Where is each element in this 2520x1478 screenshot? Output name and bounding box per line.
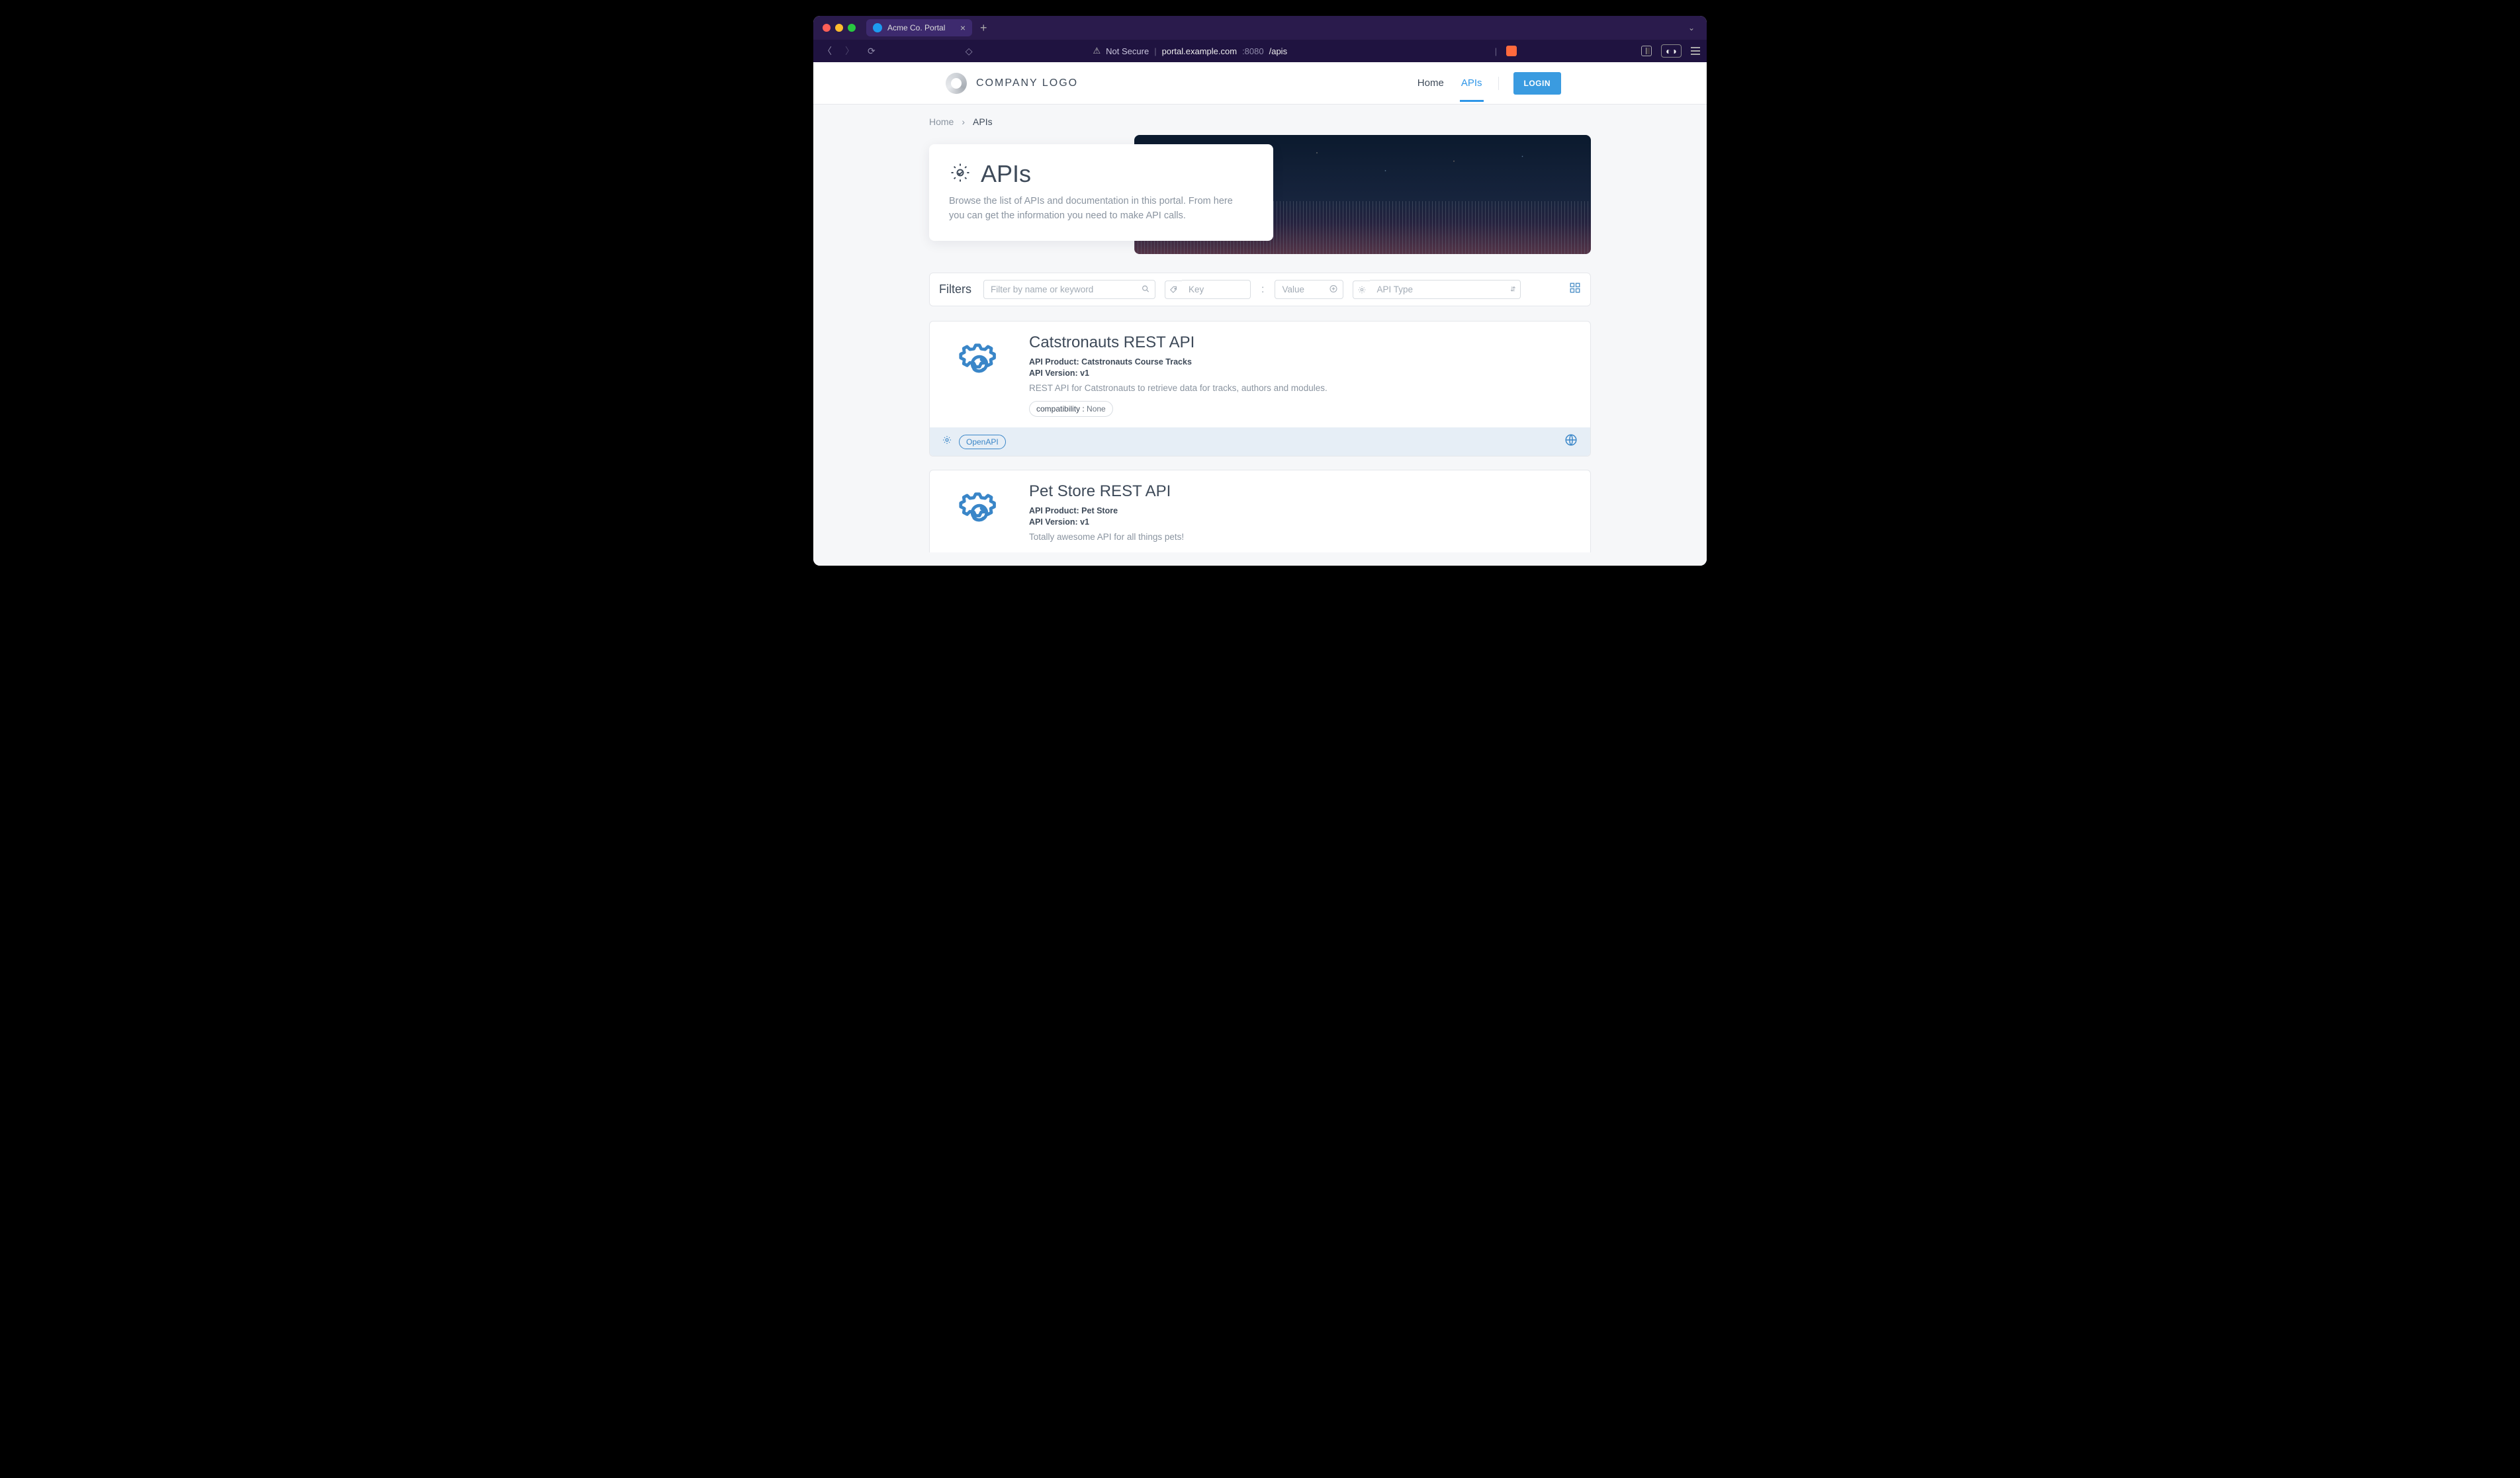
api-product-line: API Product: Catstronauts Course Tracks <box>1029 357 1576 367</box>
breadcrumb: Home › APIs <box>929 105 1591 135</box>
address-bar: 〈 〉 ⟳ ◇ ⚠ Not Secure | portal.example.co… <box>813 40 1707 62</box>
security-label: Not Secure <box>1106 46 1149 56</box>
tab-title: Acme Co. Portal <box>887 23 945 32</box>
maximize-window-button[interactable] <box>848 24 856 32</box>
close-window-button[interactable] <box>823 24 831 32</box>
minimize-window-button[interactable] <box>835 24 843 32</box>
new-tab-button[interactable]: + <box>976 21 991 35</box>
tab-favicon <box>873 23 882 32</box>
url-path: /apis <box>1269 46 1287 56</box>
globe-icon[interactable] <box>1564 433 1578 451</box>
add-filter-icon[interactable] <box>1329 284 1338 295</box>
security-warning-icon: ⚠ <box>1093 46 1101 56</box>
menu-icon[interactable] <box>1691 47 1700 55</box>
page-content: COMPANY LOGO Home APIs LOGIN Home › APIs <box>813 62 1707 566</box>
chevron-right-icon: › <box>962 116 965 127</box>
browser-tab[interactable]: Acme Co. Portal × <box>866 19 972 36</box>
api-gear-icon <box>949 161 971 187</box>
filters-label: Filters <box>939 283 971 296</box>
filter-name-input[interactable] <box>983 280 1155 299</box>
gear-icon <box>942 435 952 449</box>
reload-button[interactable]: ⟳ <box>865 46 878 57</box>
api-card[interactable]: Pet Store REST API API Product: Pet Stor… <box>929 470 1591 552</box>
search-icon[interactable] <box>1141 284 1150 295</box>
grid-view-toggle-icon[interactable] <box>1569 282 1581 297</box>
back-button[interactable]: 〈 <box>820 44 834 58</box>
forward-button[interactable]: 〉 <box>842 44 857 58</box>
tag-icon <box>1165 281 1182 299</box>
page-description: Browse the list of APIs and documentatio… <box>949 195 1240 224</box>
spec-pill[interactable]: OpenAPI <box>959 435 1006 449</box>
nav-home[interactable]: Home <box>1416 64 1445 102</box>
company-logo[interactable]: COMPANY LOGO <box>946 73 1078 94</box>
apitype-filter-group: ⇵ <box>1353 280 1521 299</box>
logo-mark-icon <box>946 73 967 94</box>
url-display[interactable]: ⚠ Not Secure | portal.example.com:8080/a… <box>1093 46 1288 56</box>
top-nav: COMPANY LOGO Home APIs LOGIN <box>813 62 1707 105</box>
kv-colon: : <box>1260 284 1265 296</box>
reader-mode-icon[interactable]: ◐◑ <box>1661 44 1682 58</box>
api-title: Pet Store REST API <box>1029 482 1576 501</box>
close-tab-icon[interactable]: × <box>960 23 966 32</box>
nav-divider <box>1498 77 1499 90</box>
traffic-lights <box>823 24 856 32</box>
nav-apis[interactable]: APIs <box>1460 64 1484 102</box>
gear-icon <box>1353 281 1370 299</box>
hero-card: APIs Browse the list of APIs and documen… <box>929 144 1273 241</box>
api-description: REST API for Catstronauts to retrieve da… <box>1029 383 1576 393</box>
api-product-line: API Product: Pet Store <box>1029 506 1576 515</box>
filter-apitype-select[interactable] <box>1370 280 1521 299</box>
page-title: APIs <box>981 160 1031 188</box>
filter-key-input[interactable] <box>1182 280 1251 299</box>
url-host: portal.example.com <box>1162 46 1237 56</box>
tab-bar: Acme Co. Portal × + ⌄ <box>813 16 1707 40</box>
sidebar-toggle-icon[interactable] <box>1641 46 1652 56</box>
api-card-icon <box>930 470 1029 552</box>
url-port: :8080 <box>1242 46 1264 56</box>
tabs-overflow-icon[interactable]: ⌄ <box>1688 23 1695 32</box>
login-button[interactable]: LOGIN <box>1513 72 1562 95</box>
api-title: Catstronauts REST API <box>1029 333 1576 352</box>
breadcrumb-current: APIs <box>973 116 993 127</box>
api-card[interactable]: Catstronauts REST API API Product: Catst… <box>929 321 1591 456</box>
logo-text: COMPANY LOGO <box>976 77 1078 89</box>
brave-shield-icon[interactable] <box>1506 46 1517 56</box>
kv-filter-group <box>1165 280 1251 299</box>
api-description: Totally awesome API for all things pets! <box>1029 532 1576 542</box>
api-card-icon <box>930 322 1029 427</box>
bookmark-icon[interactable]: ◇ <box>966 46 973 57</box>
compatibility-tag: compatibility : None <box>1029 401 1113 417</box>
api-version-line: API Version: v1 <box>1029 517 1576 527</box>
breadcrumb-home[interactable]: Home <box>929 116 954 127</box>
api-version-line: API Version: v1 <box>1029 369 1576 378</box>
browser-window: Acme Co. Portal × + ⌄ 〈 〉 ⟳ ◇ ⚠ Not Secu… <box>813 16 1707 566</box>
filter-bar: Filters : <box>929 273 1591 306</box>
nav-links: Home APIs LOGIN <box>1416 64 1561 102</box>
hero: APIs Browse the list of APIs and documen… <box>929 135 1591 254</box>
api-card-footer: OpenAPI <box>930 427 1590 456</box>
select-caret-icon[interactable]: ⇵ <box>1510 286 1515 293</box>
